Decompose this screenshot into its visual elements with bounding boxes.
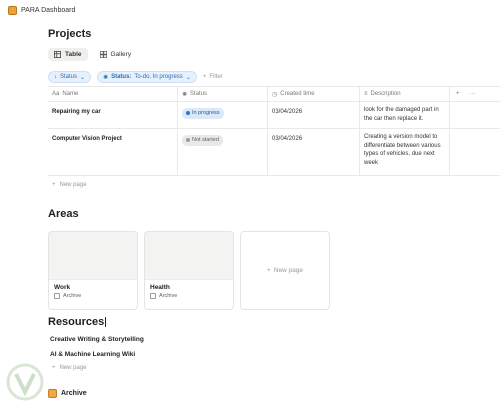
add-filter-button[interactable]: + Filter	[203, 74, 223, 80]
row-created: 03/04/2026	[268, 102, 360, 128]
archive-link[interactable]: Archive	[48, 389, 87, 398]
column-header-status[interactable]: ✺ Status	[178, 87, 268, 101]
new-page-label: New page	[59, 365, 87, 371]
column-header-label: Name	[62, 91, 79, 97]
card-cover	[49, 232, 137, 280]
lines-icon: ≡	[364, 91, 368, 97]
row-name[interactable]: Repairing my car	[48, 102, 178, 128]
clock-icon: ◷	[272, 91, 278, 98]
plus-icon: +	[202, 74, 207, 80]
projects-new-page[interactable]: + New page	[48, 176, 500, 194]
archive-icon	[48, 389, 57, 398]
status-dot-icon	[186, 111, 190, 116]
column-header-label: Created time	[280, 91, 315, 97]
filter-bar: ↓ Status ⌄ ✺ Status: To-do, In progress …	[48, 71, 223, 83]
table-icon	[54, 51, 61, 58]
card-cover	[145, 232, 233, 280]
checkbox-icon	[150, 293, 156, 299]
plus-icon: +	[266, 267, 271, 274]
add-column-icon[interactable]: +	[456, 91, 460, 97]
areas-heading: Areas	[48, 208, 79, 220]
row-status[interactable]: Not started	[178, 129, 268, 175]
archive-label: Archive	[63, 293, 82, 299]
archive-label: Archive	[159, 293, 178, 299]
new-page-label: New page	[59, 182, 87, 188]
add-filter-label: Filter	[209, 74, 223, 80]
resource-item[interactable]: AI & Machine Learning Wiki	[50, 351, 135, 358]
text-type-icon: Aa	[52, 91, 60, 97]
card-archive-checkbox[interactable]: Archive	[145, 293, 233, 299]
resource-item[interactable]: Creative Writing & Storytelling	[50, 336, 144, 343]
row-name[interactable]: Computer Vision Project	[48, 129, 178, 175]
card-title: Health	[150, 284, 170, 291]
column-header-created[interactable]: ◷ Created time	[268, 87, 360, 101]
row-description[interactable]: Creating a version model to differentiat…	[360, 129, 450, 175]
row-description[interactable]: look for the damaged part in the car the…	[360, 102, 450, 128]
status-filter-prefix: Status:	[111, 74, 132, 80]
text-cursor	[105, 317, 107, 328]
plus-icon: +	[52, 365, 56, 371]
row-status[interactable]: In progress	[178, 102, 268, 128]
area-card-health[interactable]: Health Archive	[144, 231, 234, 310]
card-archive-checkbox[interactable]: Archive	[49, 293, 137, 299]
table-header: Aa Name ✺ Status ◷ Created time ≡ Descri…	[48, 86, 500, 102]
gallery-icon	[99, 51, 107, 58]
window-titlebar: PARA Dashboard	[0, 0, 500, 20]
column-header-label: Description	[370, 91, 401, 97]
table-row[interactable]: Repairing my car In progress 03/04/2026 …	[48, 102, 500, 129]
tab-table[interactable]: Table	[48, 48, 88, 61]
sort-arrow-icon: ↓	[54, 74, 57, 80]
column-header-description[interactable]: ≡ Description	[360, 87, 450, 101]
more-options-icon[interactable]: ···	[470, 91, 476, 97]
areas-gallery: Work Archive Health Archive + New page	[48, 231, 330, 310]
card-title: Work	[54, 284, 71, 291]
status-badge: In progress	[182, 108, 224, 119]
row-empty-cell	[450, 102, 500, 128]
checkbox-icon	[54, 293, 60, 299]
row-empty-cell	[450, 129, 500, 175]
status-badge: Not started	[182, 135, 223, 146]
status-dot-icon	[186, 138, 190, 143]
chevron-down-icon: ⌄	[80, 74, 86, 81]
chevron-down-icon: ⌄	[185, 74, 191, 81]
table-row[interactable]: Computer Vision Project Not started 03/0…	[48, 129, 500, 176]
projects-table: Aa Name ✺ Status ◷ Created time ≡ Descri…	[48, 86, 500, 194]
plus-icon: +	[52, 182, 56, 188]
view-tabs: Table Gallery	[48, 48, 137, 61]
status-filter-pill[interactable]: ✺ Status: To-do, In progress ⌄	[97, 71, 197, 83]
tab-gallery[interactable]: Gallery	[94, 48, 138, 61]
column-actions: + ···	[450, 87, 500, 101]
column-header-label: Status	[190, 91, 208, 97]
status-type-icon: ✺	[182, 91, 188, 98]
status-filter-value: To-do, In progress	[134, 74, 183, 80]
tab-gallery-label: Gallery	[110, 51, 132, 58]
status-badge-label: Not started	[192, 137, 219, 143]
watermark-logo-icon	[6, 363, 44, 401]
row-created: 03/04/2026	[268, 129, 360, 175]
tab-table-label: Table	[65, 51, 82, 58]
areas-new-page-card[interactable]: + New page	[240, 231, 330, 310]
area-card-work[interactable]: Work Archive	[48, 231, 138, 310]
projects-heading: Projects	[48, 28, 92, 40]
resources-heading-text: Resources	[48, 316, 105, 328]
status-badge-label: In progress	[192, 110, 220, 116]
status-pill-label: Status	[60, 74, 78, 80]
window-title: PARA Dashboard	[21, 6, 76, 14]
column-header-name[interactable]: Aa Name	[48, 87, 178, 101]
resources-new-page[interactable]: + New page	[52, 365, 87, 371]
page-icon	[8, 5, 17, 15]
status-sort-pill[interactable]: ↓ Status ⌄	[48, 71, 92, 83]
new-page-label: New page	[273, 267, 304, 274]
resources-heading[interactable]: Resources	[48, 316, 107, 328]
archive-link-label: Archive	[61, 390, 87, 397]
status-icon: ✺	[103, 74, 109, 81]
